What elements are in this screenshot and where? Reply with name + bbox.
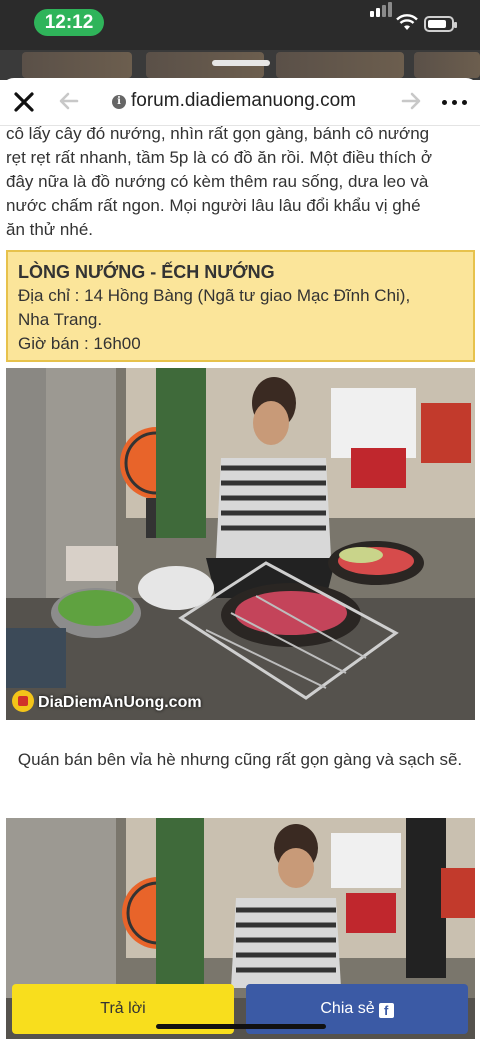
- photo-scene: [6, 368, 475, 720]
- watermark-text: DiaDiemAnUong.com: [38, 694, 202, 711]
- opening-hours: Giờ bán : 16h00: [18, 334, 141, 353]
- wifi-icon: [396, 14, 418, 30]
- restaurant-address-city: Nha Trang.: [18, 310, 103, 329]
- restaurant-name: LÒNG NƯỚNG - ẾCH NƯỚNG: [18, 262, 275, 282]
- paragraph-line: ăn thử nhé.: [6, 220, 94, 239]
- forward-arrow-icon[interactable]: [400, 90, 422, 112]
- back-arrow-icon[interactable]: [58, 90, 80, 112]
- paragraph-line: nước chấm rất ngon. Mọi người lâu lâu đổ…: [6, 196, 421, 215]
- facebook-icon: f: [378, 1003, 394, 1018]
- url-text: forum.diadiemanuong.com: [131, 90, 356, 111]
- battery-icon: [424, 16, 457, 32]
- restaurant-address: Địa chỉ : 14 Hồng Bàng (Ngã tư giao Mạc …: [18, 286, 411, 305]
- street-food-photo[interactable]: DiaDiemAnUong.com: [6, 368, 475, 720]
- paragraph-line: đây nữa là đồ nướng có kèm thêm rau sống…: [6, 172, 429, 191]
- photo-watermark: DiaDiemAnUong.com: [12, 690, 202, 712]
- url-bar[interactable]: i forum.diadiemanuong.com: [112, 90, 356, 112]
- sheet-grabber[interactable]: [212, 60, 270, 66]
- status-bar: 12:12: [0, 0, 480, 50]
- photo-caption: Quán bán bên vỉa hè nhưng cũng rất gọn g…: [17, 750, 463, 769]
- paragraph-line: rẹt rẹt rất nhanh, tầm 5p là có đồ ăn rồ…: [6, 148, 432, 167]
- restaurant-info-box: LÒNG NƯỚNG - ẾCH NƯỚNG Địa chỉ : 14 Hồng…: [6, 250, 475, 362]
- share-label: Chia sẻ: [320, 1000, 375, 1017]
- watermark-logo-icon: [12, 690, 34, 712]
- status-time: 12:12: [34, 9, 104, 36]
- article-paragraph: cô lấy cây đó nướng, nhìn rất gọn gàng, …: [6, 110, 474, 242]
- home-indicator[interactable]: [156, 1024, 326, 1029]
- info-icon[interactable]: i: [112, 95, 126, 109]
- paragraph-line: cô lấy cây đó nướng, nhìn rất gọn gàng, …: [6, 124, 430, 143]
